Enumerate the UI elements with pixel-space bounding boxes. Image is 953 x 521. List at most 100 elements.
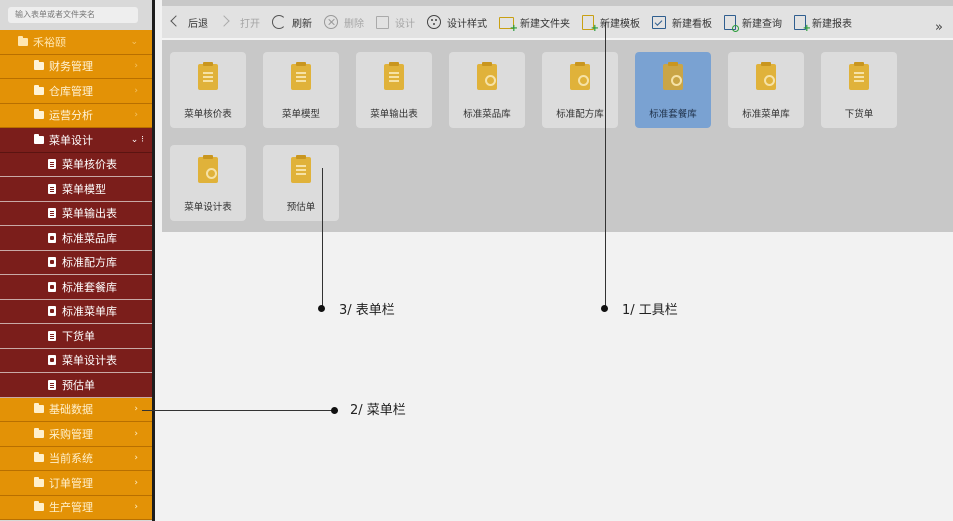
sidebar-divider: [152, 0, 155, 521]
list-doc-icon: [48, 379, 56, 390]
chevron-left-icon: [168, 15, 182, 29]
folder-icon: [34, 60, 44, 71]
design-label: 设计: [395, 18, 415, 30]
open-button[interactable]: 打开: [214, 6, 266, 38]
form-tile[interactable]: 标准菜单库: [728, 52, 804, 128]
new-folder-icon: [499, 17, 518, 34]
form-tile-label: 下货单: [844, 109, 874, 120]
form-tile[interactable]: 菜单输出表: [356, 52, 432, 128]
query-icon: [724, 14, 739, 32]
sidebar-leaf[interactable]: 标准菜单库: [0, 299, 152, 324]
design-style-button[interactable]: 设计样式: [421, 6, 493, 38]
sidebar-item-root[interactable]: 禾裕颐 ⌄: [0, 30, 152, 55]
form-tile[interactable]: 预估单: [263, 145, 339, 221]
sidebar-item-label: 生产管理: [49, 501, 93, 515]
sidebar-item-label: 采购管理: [49, 427, 93, 441]
chevron-right-icon: ›: [134, 477, 138, 488]
folder-icon: [34, 427, 44, 438]
delete-label: 删除: [344, 18, 364, 30]
image-doc-icon: [48, 281, 56, 292]
toolbar: 后退 打开 刷新 删除 设计 设计样式 新建文件夹 新建模板: [162, 6, 953, 40]
gear-doc-icon: [570, 62, 590, 90]
sidebar-leaf[interactable]: 菜单设计表: [0, 348, 152, 373]
sidebar-leaf[interactable]: 菜单核价表: [0, 152, 152, 177]
form-tile[interactable]: 菜单模型: [263, 52, 339, 128]
form-tile[interactable]: 下货单: [821, 52, 897, 128]
chevron-down-icon: ⌄: [130, 36, 138, 47]
refresh-button[interactable]: 刷新: [266, 6, 318, 38]
folder-icon: [34, 84, 44, 95]
form-tile-selected[interactable]: 标准套餐库: [635, 52, 711, 128]
sidebar-item-production[interactable]: 生产管理 ›: [0, 495, 152, 520]
chevron-down-icon: ⌄ ⁝: [130, 134, 144, 145]
sidebar-leaf[interactable]: 菜单模型: [0, 177, 152, 202]
clipboard-icon: [198, 62, 218, 90]
sidebar-item-current-system[interactable]: 当前系统 ›: [0, 446, 152, 471]
toolbar-callout-dot: [601, 305, 608, 312]
sidebar-leaf-label: 菜单输出表: [62, 207, 117, 221]
sidebar-leaf-label: 标准套餐库: [62, 280, 117, 294]
new-query-button[interactable]: 新建查询: [718, 6, 788, 38]
form-tile[interactable]: 标准配方库: [542, 52, 618, 128]
sidebar-item-basic-data[interactable]: 基础数据 ›: [0, 397, 152, 422]
chevron-right-icon: [220, 15, 234, 29]
sidebar-item-finance[interactable]: 财务管理 ›: [0, 54, 152, 79]
image-doc-icon: [48, 257, 56, 268]
more-button[interactable]: »: [935, 12, 943, 44]
delete-button[interactable]: 删除: [318, 6, 370, 38]
new-report-button[interactable]: 新建报表: [788, 6, 858, 38]
refresh-label: 刷新: [292, 18, 312, 30]
sidebar-item-label: 财务管理: [49, 60, 93, 74]
sidebar-leaf-label: 菜单设计表: [62, 354, 117, 368]
toolbar-callout-label: 1/ 工具栏: [622, 303, 678, 318]
new-template-button[interactable]: 新建模板: [576, 6, 646, 38]
back-button[interactable]: 后退: [162, 6, 214, 38]
report-icon: [794, 14, 811, 34]
form-tile[interactable]: 标准菜品库: [449, 52, 525, 128]
form-tile-label: 标准套餐库: [649, 109, 697, 120]
sidebar-item-operations[interactable]: 运营分析 ›: [0, 103, 152, 128]
new-folder-button[interactable]: 新建文件夹: [493, 6, 576, 38]
sidebar-leaf-label: 标准菜单库: [62, 305, 117, 319]
sidebar-item-label: 运营分析: [49, 109, 93, 123]
list-doc-icon: [48, 208, 56, 219]
sidebar-leaf-label: 下货单: [62, 329, 95, 343]
chevron-right-icon: ›: [134, 428, 138, 439]
new-query-label: 新建查询: [742, 18, 782, 30]
sidebar: 输入表单或者文件夹名 禾裕颐 ⌄ 财务管理 › 仓库管理 › 运营分析 › 菜单…: [0, 0, 152, 521]
image-doc-icon: [48, 306, 56, 317]
sidebar-leaf[interactable]: 预估单: [0, 373, 152, 398]
search-input[interactable]: 输入表单或者文件夹名: [8, 7, 138, 23]
design-button[interactable]: 设计: [370, 6, 421, 38]
sidebar-leaf[interactable]: 标准配方库: [0, 250, 152, 275]
menubar-callout-line: [142, 410, 338, 411]
chevron-right-icon: ›: [134, 61, 138, 72]
new-board-button[interactable]: 新建看板: [646, 6, 718, 38]
clipboard-icon: [291, 155, 311, 183]
form-tile-label: 标准配方库: [556, 109, 604, 120]
sidebar-leaf[interactable]: 标准套餐库: [0, 275, 152, 300]
sidebar-leaf[interactable]: 下货单: [0, 324, 152, 349]
gear-doc-icon: [198, 155, 218, 183]
form-tile-label: 菜单设计表: [184, 202, 232, 213]
form-tile-label: 预估单: [286, 202, 316, 213]
sidebar-leaf[interactable]: 标准菜品库: [0, 226, 152, 251]
sidebar-leaf-label: 标准菜品库: [62, 231, 117, 245]
gear-doc-icon: [477, 62, 497, 90]
sidebar-item-warehouse[interactable]: 仓库管理 ›: [0, 79, 152, 104]
chevron-right-icon: ›: [134, 502, 138, 513]
refresh-icon: [272, 15, 286, 29]
sidebar-leaf[interactable]: 菜单输出表: [0, 201, 152, 226]
chevron-right-icon: ›: [134, 110, 138, 121]
list-doc-icon: [48, 183, 56, 194]
back-label: 后退: [188, 18, 208, 30]
sidebar-leaf-label: 菜单核价表: [62, 158, 117, 172]
new-file-icon: [582, 14, 599, 34]
sidebar-item-purchasing[interactable]: 采购管理 ›: [0, 422, 152, 447]
form-tile[interactable]: 菜单设计表: [170, 145, 246, 221]
sidebar-item-menu-design[interactable]: 菜单设计 ⌄ ⁝: [0, 128, 152, 153]
image-doc-icon: [48, 355, 56, 366]
sidebar-item-orders[interactable]: 订单管理 ›: [0, 471, 152, 496]
form-tile[interactable]: 菜单核价表: [170, 52, 246, 128]
edit-icon: [376, 15, 389, 29]
